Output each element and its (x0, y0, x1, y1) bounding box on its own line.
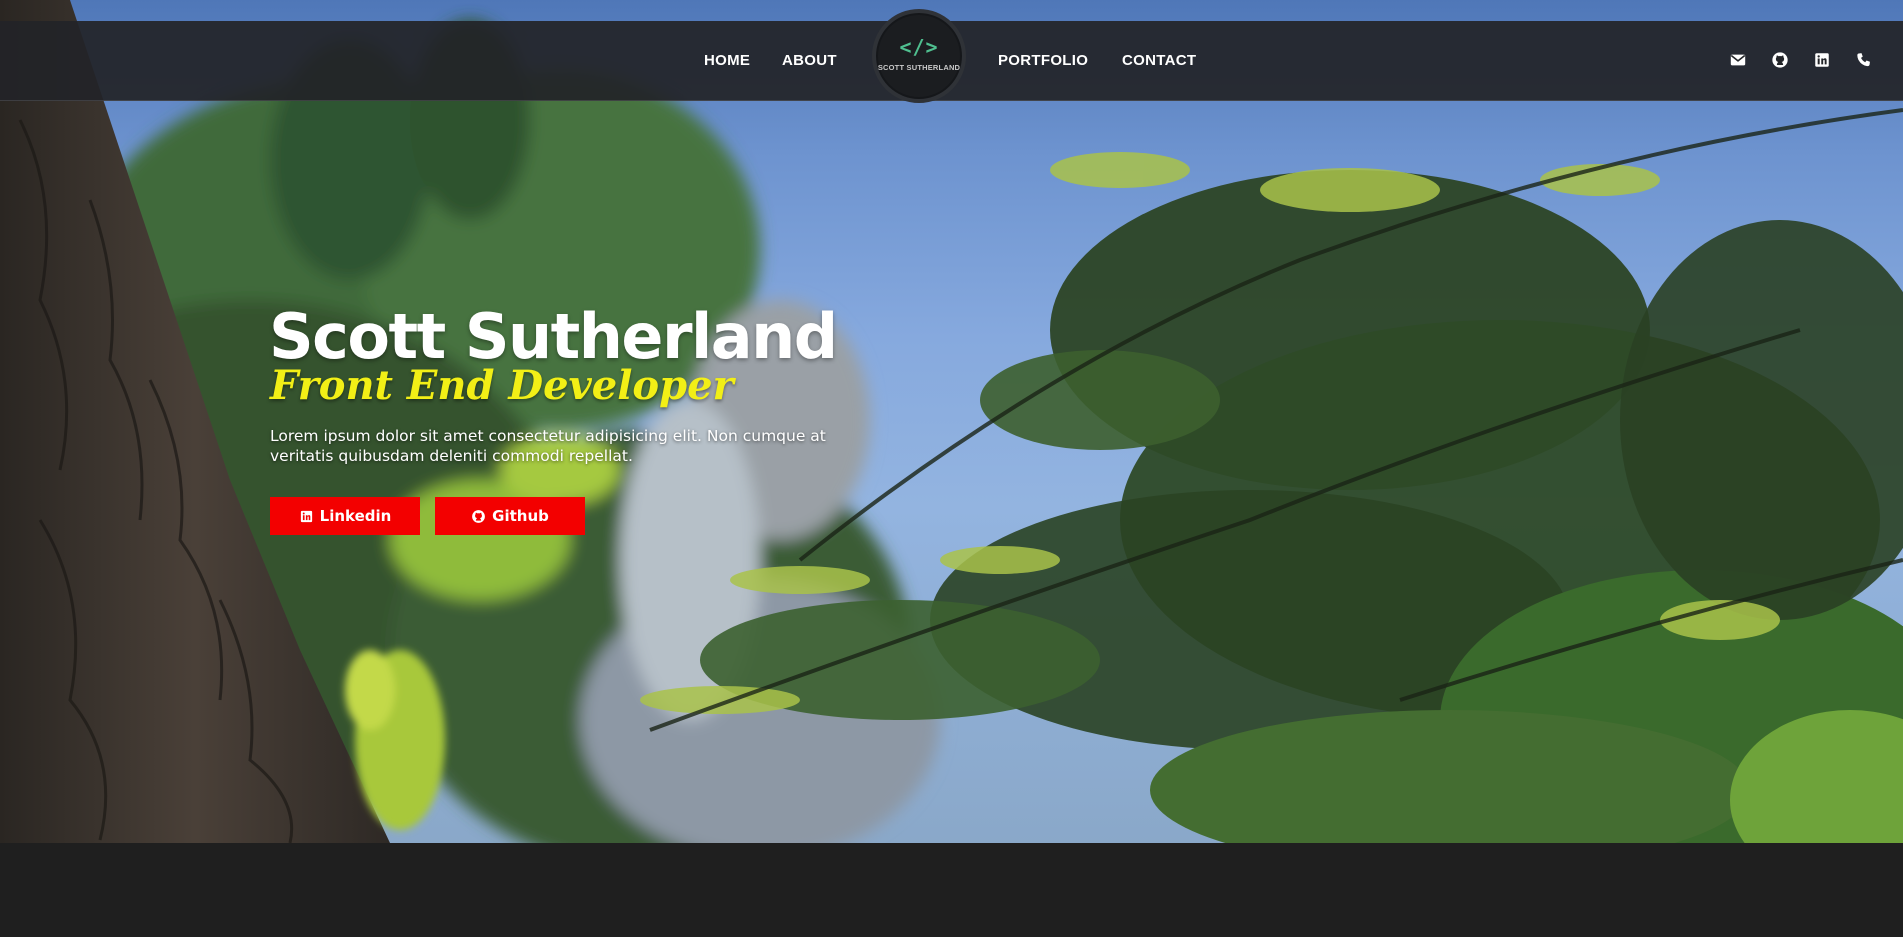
phone-icon[interactable] (1855, 51, 1875, 71)
hero-background-image (0, 0, 1903, 843)
github-icon[interactable] (1771, 51, 1791, 71)
envelope-icon[interactable] (1729, 51, 1749, 71)
github-button[interactable]: Github (435, 497, 585, 535)
nav-link-about[interactable]: ABOUT (782, 21, 837, 101)
github-icon (472, 509, 486, 523)
hero-role: Front End Developer (270, 362, 734, 409)
linkedin-icon[interactable] (1813, 51, 1833, 71)
hero-section (0, 0, 1903, 843)
nav-link-home[interactable]: HOME (704, 21, 750, 101)
site-logo[interactable]: </> SCOTT SUTHERLAND (872, 9, 966, 103)
linkedin-button[interactable]: Linkedin (270, 497, 420, 535)
next-section (0, 843, 1903, 937)
nav-link-portfolio[interactable]: PORTFOLIO (998, 21, 1088, 101)
logo-name: SCOTT SUTHERLAND (877, 63, 961, 72)
nav-link-contact[interactable]: CONTACT (1122, 21, 1196, 101)
github-button-label: Github (492, 507, 549, 525)
linkedin-icon (300, 510, 312, 522)
hero-description: Lorem ipsum dolor sit amet consectetur a… (270, 427, 826, 465)
linkedin-button-label: Linkedin (319, 507, 392, 525)
code-brackets-icon: </> (899, 35, 939, 59)
